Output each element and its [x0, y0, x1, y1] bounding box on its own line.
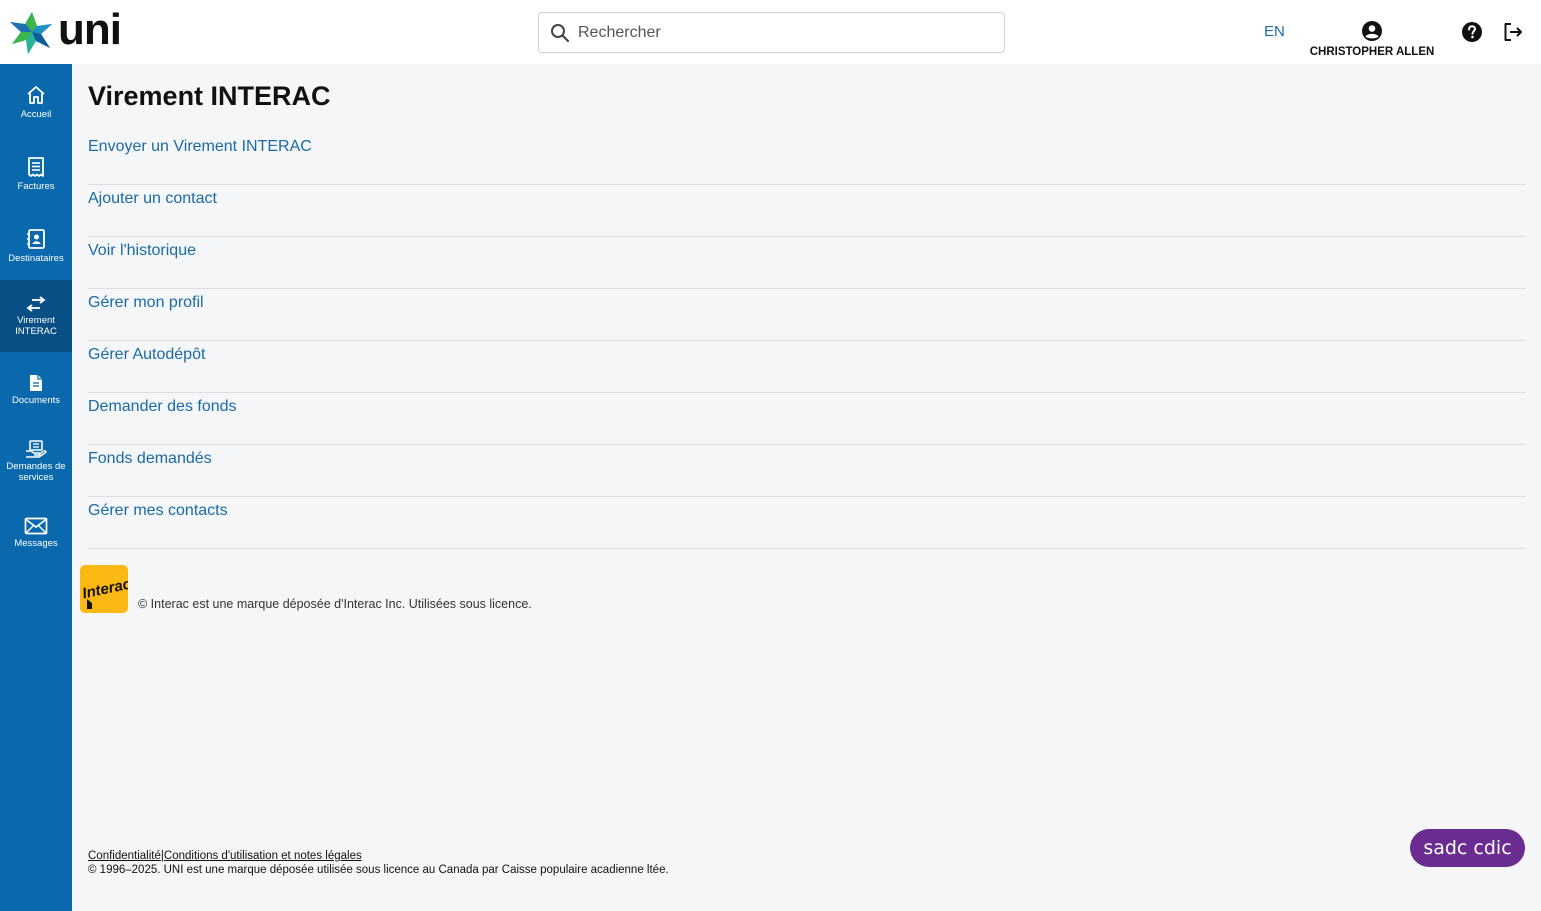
- copyright: © 1996–2025. UNI est une marque déposée …: [88, 864, 669, 876]
- search-input[interactable]: [578, 23, 978, 42]
- interac-logo-icon: Interac: [81, 575, 128, 609]
- interac-trademark: Interac © Interac est une marque déposée…: [80, 565, 532, 613]
- sidebar-item-demandes-de-services[interactable]: Demandes de services: [0, 440, 72, 483]
- user-name: CHRISTOPHER ALLEN: [1309, 46, 1435, 58]
- sidebar-item-documents[interactable]: Documents: [0, 374, 72, 406]
- menu-item-demander-fonds: Demander des fonds: [88, 393, 1525, 445]
- help-icon: [1462, 22, 1482, 42]
- link-manage-autodeposit[interactable]: Gérer Autodépôt: [88, 346, 205, 364]
- interac-logo-text: Interac: [81, 575, 128, 602]
- menu-item-fonds-demandes: Fonds demandés: [88, 445, 1525, 497]
- uni-logo-text: uni: [58, 5, 122, 54]
- user-profile[interactable]: CHRISTOPHER ALLEN: [1300, 20, 1444, 58]
- sidebar-item-label: Virement INTERAC: [15, 315, 57, 337]
- sidebar-item-label: Destinataires: [8, 253, 64, 264]
- sadc-cdic-text: sadc cdic: [1423, 837, 1512, 859]
- sidebar-item-label: Factures: [17, 181, 55, 192]
- receipt-icon: [28, 157, 44, 177]
- sidebar-item-messages[interactable]: Messages: [0, 517, 72, 549]
- menu-item-ajouter-contact: Ajouter un contact: [88, 185, 1525, 237]
- help-button[interactable]: [1461, 21, 1483, 48]
- sidebar-item-factures[interactable]: Factures: [0, 156, 72, 192]
- interac-logo: Interac: [80, 565, 128, 613]
- privacy-link[interactable]: Confidentialité: [88, 850, 161, 862]
- interac-trademark-note: © Interac est une marque déposée d'Inter…: [138, 597, 532, 611]
- search-box[interactable]: [538, 12, 1005, 53]
- link-request-funds[interactable]: Demander des fonds: [88, 398, 237, 416]
- footer-links: Confidentialité|Conditions d'utilisation…: [88, 849, 669, 863]
- uni-star-icon: [10, 12, 52, 54]
- sidebar-item-accueil[interactable]: Accueil: [0, 84, 72, 120]
- sidebar-nav: Accueil Factures Destinataires Virement: [0, 64, 72, 911]
- sidebar-item-label: Demandes de services: [6, 461, 66, 483]
- uni-logo[interactable]: uni: [8, 5, 122, 55]
- link-add-contact[interactable]: Ajouter un contact: [88, 190, 217, 208]
- link-send-transfer[interactable]: Envoyer un Virement INTERAC: [88, 138, 312, 156]
- sidebar-item-virement-interac[interactable]: Virement INTERAC: [0, 280, 72, 352]
- menu-item-historique: Voir l'historique: [88, 237, 1525, 289]
- menu-item-autodepot: Gérer Autodépôt: [88, 341, 1525, 393]
- sadc-cdic-badge[interactable]: sadc cdic: [1410, 829, 1525, 867]
- menu-item-contacts: Gérer mes contacts: [88, 497, 1525, 549]
- sidebar-item-label: Accueil: [20, 109, 52, 120]
- document-icon: [30, 375, 42, 391]
- sidebar-item-label: Messages: [14, 538, 58, 549]
- link-view-history[interactable]: Voir l'historique: [88, 242, 196, 260]
- footer: Confidentialité|Conditions d'utilisation…: [88, 849, 669, 877]
- contacts-icon: [27, 229, 45, 249]
- menu-item-envoyer: Envoyer un Virement INTERAC: [88, 133, 1525, 185]
- language-toggle[interactable]: EN: [1264, 23, 1285, 40]
- logout-button[interactable]: [1502, 21, 1524, 48]
- menu-item-profil: Gérer mon profil: [88, 289, 1525, 341]
- search-icon: [551, 23, 570, 42]
- logout-icon: [1504, 23, 1522, 41]
- top-header: uni EN CHRISTOPHER ALLEN: [0, 0, 1541, 64]
- page-title: Virement INTERAC: [88, 81, 331, 111]
- terms-link[interactable]: Conditions d'utilisation et notes légale…: [164, 850, 362, 862]
- link-manage-contacts[interactable]: Gérer mes contacts: [88, 502, 228, 520]
- account-circle-icon: [1362, 21, 1382, 41]
- envelope-icon: [24, 517, 48, 535]
- sidebar-item-label: Documents: [11, 395, 61, 406]
- interac-menu: Envoyer un Virement INTERAC Ajouter un c…: [88, 133, 1525, 549]
- link-manage-profile[interactable]: Gérer mon profil: [88, 294, 204, 312]
- transfer-icon: [26, 296, 46, 312]
- service-request-icon: [26, 440, 47, 458]
- link-requested-funds[interactable]: Fonds demandés: [88, 450, 212, 468]
- sidebar-item-destinataires[interactable]: Destinataires: [0, 228, 72, 264]
- home-icon: [27, 86, 45, 104]
